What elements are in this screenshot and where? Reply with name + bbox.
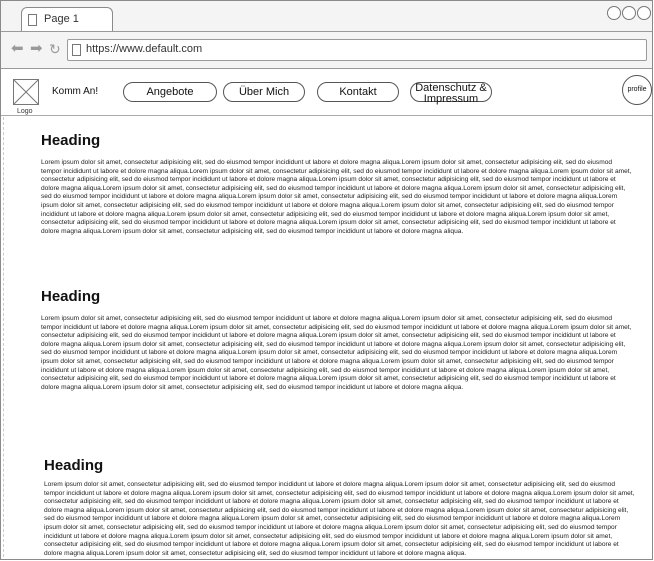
- close-button[interactable]: [637, 6, 651, 20]
- section-body: Lorem ipsum dolor sit amet, consectetur …: [41, 159, 632, 235]
- section-body: Lorem ipsum dolor sit amet, consectetur …: [44, 481, 635, 557]
- page-icon: [28, 14, 37, 26]
- content-section: Heading Lorem ipsum dolor sit amet, cons…: [41, 132, 634, 236]
- nav-button-label: Angebote: [146, 86, 194, 98]
- page-icon: [72, 44, 81, 56]
- tab-bar: Page 1: [1, 1, 652, 32]
- nav-button-angebote[interactable]: Angebote: [123, 82, 217, 102]
- tab-title: Page 1: [44, 13, 79, 25]
- section-heading: Heading: [41, 288, 101, 305]
- back-arrow-icon[interactable]: ⬅: [11, 41, 24, 57]
- nav-button-datenschutz[interactable]: Datenschutz & Impressum: [410, 82, 492, 105]
- browser-window: Page 1 ⬅ ➡ ↻ https://www.default.com Log…: [0, 0, 653, 560]
- nav-button-kontakt[interactable]: Kontakt: [317, 82, 399, 102]
- profile-label: profile: [627, 86, 647, 93]
- address-toolbar: ⬅ ➡ ↻ https://www.default.com: [1, 32, 652, 69]
- nav-button-label: Datenschutz & Impressum: [415, 82, 487, 105]
- nav-button-ueber-mich[interactable]: Über Mich: [223, 82, 305, 102]
- reload-icon[interactable]: ↻: [49, 41, 61, 57]
- section-heading: Heading: [44, 457, 104, 474]
- nav-button-label: Kontakt: [339, 86, 377, 98]
- tagline: Komm An!: [52, 86, 99, 97]
- forward-arrow-icon[interactable]: ➡: [30, 41, 43, 57]
- maximize-button[interactable]: [622, 6, 636, 20]
- section-body: Lorem ipsum dolor sit amet, consectetur …: [41, 315, 632, 391]
- content-section: Heading Lorem ipsum dolor sit amet, cons…: [44, 457, 637, 558]
- browser-tab[interactable]: Page 1: [21, 7, 113, 31]
- content-section: Heading Lorem ipsum dolor sit amet, cons…: [41, 288, 634, 392]
- nav-button-label: Über Mich: [238, 86, 290, 98]
- url-field[interactable]: https://www.default.com: [67, 39, 647, 61]
- site-header: Logo Komm An! Angebote Über Mich Kontakt…: [1, 69, 652, 116]
- logo-placeholder-icon[interactable]: [13, 79, 39, 105]
- logo-label: Logo: [17, 108, 33, 115]
- url-text: https://www.default.com: [86, 43, 203, 55]
- profile-button[interactable]: profile: [622, 75, 652, 105]
- section-heading: Heading: [41, 132, 101, 149]
- guide-line: [3, 117, 4, 557]
- minimize-button[interactable]: [607, 6, 621, 20]
